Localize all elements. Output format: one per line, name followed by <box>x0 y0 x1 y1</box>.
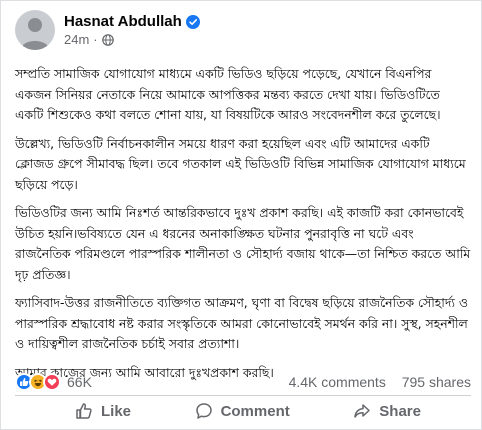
engagement-stats: 4.4K comments 795 shares <box>277 374 471 390</box>
post-time[interactable]: 24m <box>64 32 89 47</box>
separator-dot: · <box>93 32 98 47</box>
like-icon <box>76 403 92 419</box>
post-paragraph: সম্প্রতি সামাজিক যোগাযোগ মাধ্যমে একটি ভি… <box>15 66 441 122</box>
reactions-bar: 66K 4.4K comments 795 shares <box>15 373 471 391</box>
love-reaction-icon <box>43 373 61 391</box>
share-count[interactable]: 795 shares <box>402 374 471 390</box>
timestamp-row: 24m · <box>64 32 200 47</box>
facebook-post: Hasnat Abdullah 24m · সম্প্রতি সামাজিক য… <box>0 0 482 430</box>
share-label: Share <box>379 402 421 420</box>
comment-button[interactable]: Comment <box>195 397 290 425</box>
reaction-icons <box>15 373 61 391</box>
comment-label: Comment <box>220 402 290 420</box>
like-label: Like <box>101 402 132 420</box>
post-header: Hasnat Abdullah 24m · <box>15 10 200 50</box>
post-paragraph: ফ্যাসিবাদ-উত্তর রাজনীতিতে ব্যক্তিগত আক্র… <box>15 295 469 351</box>
author-row: Hasnat Abdullah <box>64 13 200 30</box>
post-paragraph: ভিডিওটির জন্য আমি নিঃশর্ত আন্তরিকভাবে দু… <box>15 205 471 282</box>
reaction-count: 66K <box>67 374 92 390</box>
actions-divider <box>15 395 471 396</box>
post-paragraph: উল্লেখ্য, ভিডিওটি নির্বাচনকালীন সময়ে ধা… <box>15 135 466 192</box>
comment-count[interactable]: 4.4K comments <box>289 374 386 390</box>
post-actions: Like Comment Share <box>15 397 471 425</box>
verified-badge-icon <box>185 14 200 29</box>
post-content: সম্প্রতি সামাজিক যোগাযোগ মাধ্যমে একটি ভি… <box>15 64 471 391</box>
author-name[interactable]: Hasnat Abdullah <box>64 13 182 30</box>
like-button[interactable]: Like <box>75 397 131 425</box>
post-meta: Hasnat Abdullah 24m · <box>64 13 200 47</box>
share-icon <box>354 404 371 418</box>
avatar-placeholder-icon <box>21 18 49 50</box>
share-button[interactable]: Share <box>353 397 421 425</box>
reaction-summary[interactable]: 66K <box>15 373 92 391</box>
globe-icon <box>101 33 114 46</box>
avatar[interactable] <box>15 10 55 50</box>
comment-icon <box>195 403 212 419</box>
